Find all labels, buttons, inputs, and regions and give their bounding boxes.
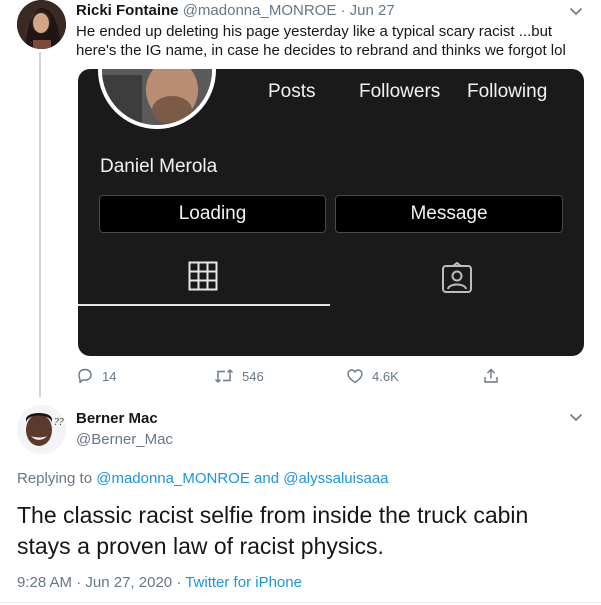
replying-to-line: Replying to @madonna_MONROE and @alyssal… <box>17 470 389 487</box>
berner-avatar[interactable]: ?? <box>17 405 66 454</box>
ig-stat-following: Following <box>467 81 548 102</box>
ig-active-tab-indicator <box>78 304 330 306</box>
mention-madonna-monroe[interactable]: @madonna_MONROE <box>96 470 250 487</box>
tweet2-text: The classic racist selfie from inside th… <box>17 502 529 559</box>
tweet1-chevron-down-icon[interactable] <box>567 2 585 20</box>
tweet1-header: Ricki Fontaine @madonna_MONROE · Jun 27 <box>76 2 395 20</box>
ig-profile-name: Daniel Merola <box>100 156 218 177</box>
share-icon <box>484 368 498 383</box>
ricki-avatar-image <box>17 0 66 49</box>
mention-alyssaluisaaa[interactable]: @alyssaluisaaa <box>283 470 388 487</box>
reply-count: 14 <box>102 368 117 384</box>
bottom-divider <box>0 602 601 603</box>
retweet-count: 546 <box>242 368 264 384</box>
ig-profile-photo <box>98 69 216 129</box>
ig-message-button: Message <box>335 195 563 233</box>
tweet2-separator-1: · <box>76 574 82 591</box>
tweet1-text: He ended up deleting his page yesterday … <box>76 23 566 59</box>
tweet2-source[interactable]: Twitter for iPhone <box>185 574 302 591</box>
like-count: 4.6K <box>372 368 399 384</box>
ricki-avatar[interactable] <box>17 0 66 49</box>
tweet2-date[interactable]: Jun 27, 2020 <box>85 574 172 591</box>
replying-and: and <box>254 470 280 487</box>
reply-action[interactable]: 14 <box>76 367 116 385</box>
tagged-icon <box>442 262 472 293</box>
thread-line <box>39 52 41 397</box>
ig-stat-posts: Posts <box>268 81 316 102</box>
retweet-icon <box>215 369 233 383</box>
tweet1-action-bar: 14 546 4.6K <box>76 367 506 387</box>
heart-icon <box>347 369 363 384</box>
ig-loading-button: Loading <box>99 195 326 233</box>
tweet2-author-handle[interactable]: @Berner_Mac <box>76 431 173 448</box>
tweet2-author-name[interactable]: Berner Mac <box>76 410 158 427</box>
tweet1-media-image[interactable]: Posts Followers Following Daniel Merola … <box>78 69 584 356</box>
ig-stat-followers: Followers <box>359 81 441 102</box>
tweet2-chevron-down-icon[interactable] <box>567 408 585 426</box>
share-action[interactable] <box>482 367 500 385</box>
tweet1-author-name[interactable]: Ricki Fontaine <box>76 2 179 19</box>
tweet1-separator: · <box>340 2 346 19</box>
reply-icon <box>78 368 92 384</box>
svg-text:??: ?? <box>54 418 64 428</box>
berner-avatar-image: ?? <box>17 405 66 454</box>
replying-to-prefix: Replying to <box>17 470 93 487</box>
tweet2-separator-2: · <box>176 574 182 591</box>
like-action[interactable]: 4.6K <box>346 367 399 385</box>
ig-profile-photo-image <box>102 69 212 125</box>
tweet1-date[interactable]: Jun 27 <box>350 2 395 19</box>
retweet-action[interactable]: 546 <box>214 367 264 385</box>
tweet1-author-handle[interactable]: @madonna_MONROE <box>183 2 337 19</box>
tweet2-meta: 9:28 AM · Jun 27, 2020 · Twitter for iPh… <box>17 574 302 591</box>
tweet2-time[interactable]: 9:28 AM <box>17 574 72 591</box>
grid-icon <box>188 261 218 291</box>
